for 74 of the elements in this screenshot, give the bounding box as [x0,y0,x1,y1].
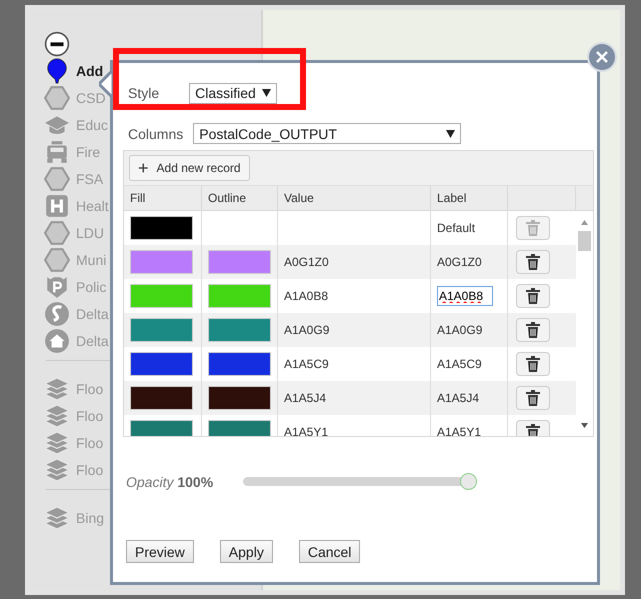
trash-icon [526,254,540,270]
opacity-slider[interactable] [243,473,476,490]
hexagon-icon [44,220,70,246]
table-cell: Default [437,221,476,235]
column-header: Label [431,186,508,210]
table-cell: A1A5J4 [284,391,326,405]
swirl-icon [44,300,70,326]
table-cell: A1A0G9 [437,323,482,337]
trash-icon [526,424,540,436]
fill-swatch[interactable] [130,284,193,308]
column-header: Value [278,186,431,210]
caret-icon [262,89,271,97]
dialog-button[interactable]: Preview [126,540,194,563]
columns-label: Columns [128,126,184,142]
columns-select[interactable]: PostalCode_OUTPUT [193,123,462,144]
layers-icon [44,504,70,530]
style-select[interactable]: Classified [189,82,277,104]
delete-button[interactable] [516,250,550,274]
outline-swatch[interactable] [208,352,271,376]
label-input[interactable]: A1A0B8 [437,286,493,306]
hexagon-icon [44,246,70,272]
table-cell: A1A5Y1 [284,425,328,436]
outline-swatch[interactable] [208,284,271,308]
outline-swatch[interactable] [208,250,271,274]
delete-button[interactable] [516,284,550,308]
table-row[interactable]: A0G1Z0 A0G1Z0 [124,245,576,279]
caret-icon [446,130,456,138]
table-cell: A1A5C9 [284,357,329,371]
fill-swatch[interactable] [130,318,193,342]
delete-button[interactable] [516,352,550,376]
table-cell: A1A0B8 [284,289,328,303]
fill-swatch[interactable] [130,386,193,410]
fill-swatch[interactable] [130,250,193,274]
home-icon [44,328,70,354]
delete-button[interactable] [516,386,550,410]
layers-icon [44,376,70,402]
hospital-icon [44,192,70,218]
outline-swatch[interactable] [208,386,271,410]
hexagon-icon [44,166,70,192]
dialog-button[interactable]: Cancel [298,540,360,563]
zoom-out-icon[interactable] [44,30,70,56]
table-row[interactable]: A1A5J4 A1A5J4 [124,381,576,415]
column-header: Fill [124,186,202,210]
add-record-button[interactable]: + Add new record [129,155,250,181]
table-cell: A1A5Y1 [437,425,482,436]
dialog-button[interactable]: Apply [220,540,273,563]
trash-icon [526,322,540,338]
delete-button[interactable] [516,318,550,342]
table-row[interactable]: A1A0G9 A1A0G9 [124,313,576,347]
opacity-label: Opacity 100% [126,474,214,490]
table-cell: A1A5J4 [437,391,480,405]
table-cell: A0G1Z0 [284,255,329,269]
outline-swatch[interactable] [208,318,271,342]
table-cell: A1A0G9 [284,323,330,337]
close-button[interactable] [589,44,615,70]
column-header: Outline [202,186,278,210]
trash-icon [526,220,540,236]
layer-label[interactable]: Add [76,62,104,78]
hexagon-icon [44,84,70,110]
trash-icon [526,390,540,406]
layers-icon [44,456,70,482]
layers-icon [44,402,70,428]
style-label: Style [128,85,160,101]
table-row[interactable]: A1A5C9 A1A5C9 [124,347,576,381]
trash-icon [526,356,540,372]
trash-icon [526,288,540,304]
slider-thumb[interactable] [460,473,478,490]
table-row[interactable]: A1A0B8 A1A0B8 [124,279,576,313]
layers-icon [44,430,70,456]
table-cell: A1A5C9 [437,357,482,371]
close-icon [596,51,608,63]
table-row[interactable]: A1A5Y1 A1A5Y1 [124,415,576,436]
fill-swatch[interactable] [130,352,193,376]
table-cell: A0G1Z0 [437,255,482,269]
